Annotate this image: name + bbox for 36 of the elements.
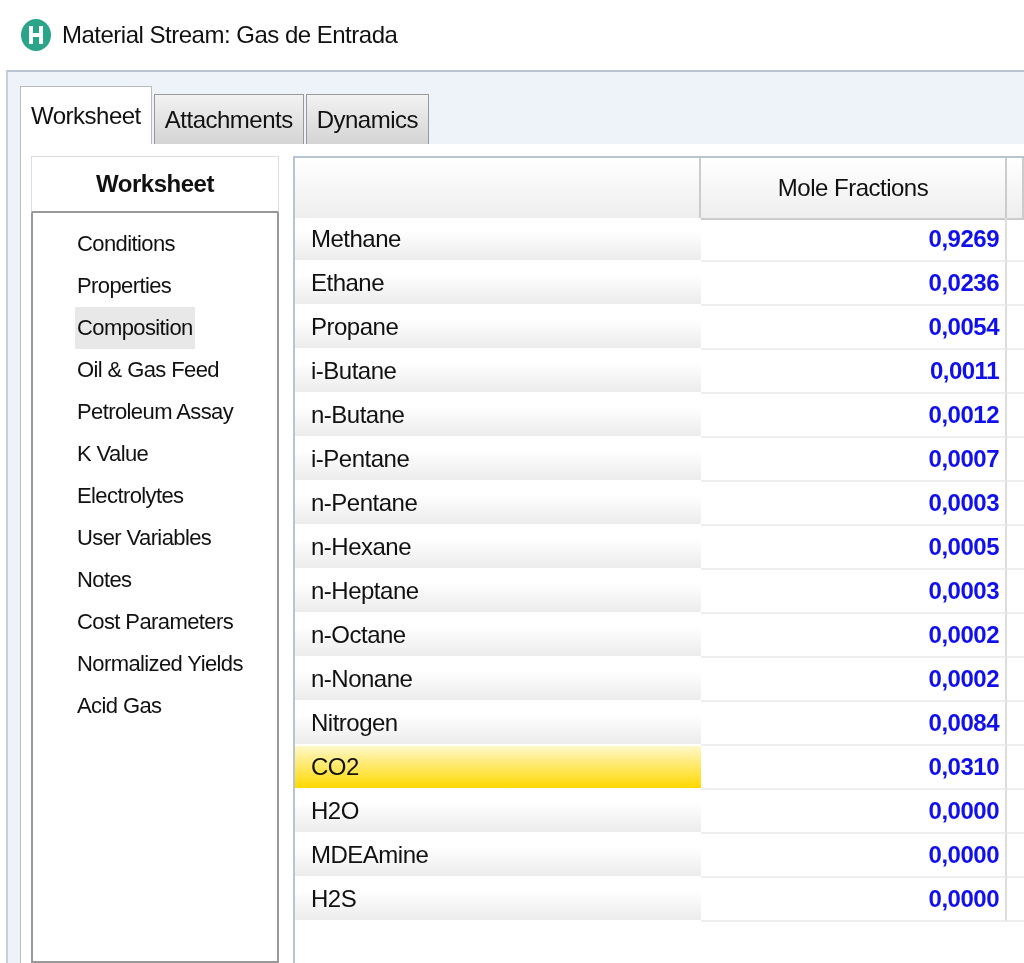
tab[interactable]: Dynamics [305, 94, 430, 144]
column-header: Mole Fractions [701, 158, 1007, 220]
sidebar-item[interactable]: Notes [75, 559, 134, 601]
sidebar-item[interactable]: Cost Parameters [75, 601, 236, 643]
window-title: Material Stream: Gas de Entrada [62, 21, 398, 49]
component-cell[interactable]: CO2 [295, 746, 701, 790]
value-cell[interactable]: 0,0002 [701, 658, 1007, 702]
sidebar-item[interactable]: Oil & Gas Feed [75, 349, 221, 391]
value-cell[interactable]: 0,0084 [701, 702, 1007, 746]
sidebar-item[interactable]: Normalized Yields [75, 643, 245, 685]
sidebar-item[interactable]: User Variables [75, 517, 214, 559]
value-cell[interactable]: 0,0011 [701, 350, 1007, 394]
value-cell[interactable]: 0,0002 [701, 614, 1007, 658]
sidebar-item[interactable]: Conditions [75, 223, 177, 265]
value-cell[interactable]: 0,0054 [701, 306, 1007, 350]
value-cell[interactable]: 0,0236 [701, 262, 1007, 306]
sidebar-item[interactable]: Acid Gas [75, 685, 164, 727]
tab[interactable]: Attachments [153, 94, 304, 144]
value-cell[interactable]: 0,9269 [701, 218, 1007, 262]
tab[interactable]: Worksheet [20, 86, 152, 144]
value-cell[interactable]: 0,0007 [701, 438, 1007, 482]
sidebar-item[interactable]: Properties [75, 265, 174, 307]
sidebar-item[interactable]: Composition [75, 307, 195, 349]
value-cell[interactable]: 0,0000 [701, 790, 1007, 834]
value-cell[interactable]: 0,0012 [701, 394, 1007, 438]
value-cell[interactable]: 0,0003 [701, 570, 1007, 614]
sidebar-item[interactable]: Petroleum Assay [75, 391, 236, 433]
value-cell[interactable]: 0,0000 [701, 878, 1007, 922]
sidebar-item[interactable]: Electrolytes [75, 475, 186, 517]
value-cell[interactable]: 0,0000 [701, 834, 1007, 878]
value-cell[interactable]: 0,0003 [701, 482, 1007, 526]
sidebar-item[interactable]: K Value [75, 433, 151, 475]
value-cell[interactable]: 0,0005 [701, 526, 1007, 570]
sidebar-header: Worksheet [31, 156, 279, 213]
value-cell[interactable]: 0,0310 [701, 746, 1007, 790]
component-cell[interactable]: Methane [295, 218, 701, 262]
